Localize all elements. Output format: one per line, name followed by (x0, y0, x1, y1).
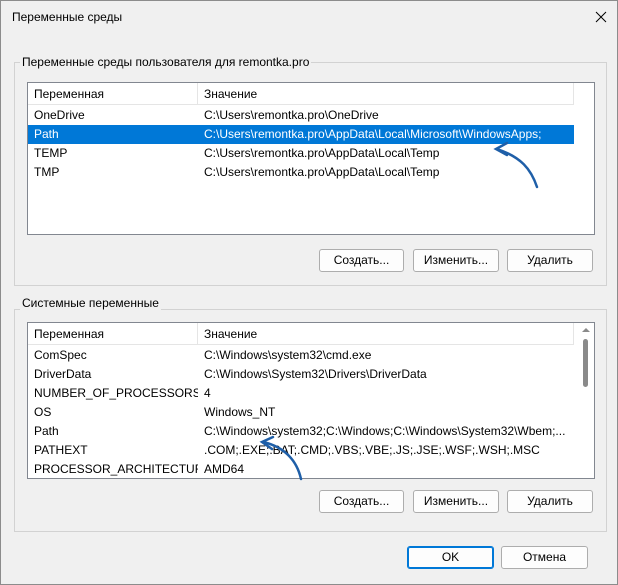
system-variables-group-label: Системные переменные (20, 296, 161, 310)
variable-value-cell: C:\Windows\System32\Drivers\DriverData (204, 367, 427, 381)
variable-value-cell: AMD64 (204, 462, 245, 476)
variable-value-cell: Windows_NT (204, 405, 276, 419)
table-row[interactable]: Path C:\Users\remontka.pro\AppData\Local\… (28, 125, 574, 144)
variable-name-cell: PROCESSOR_ARCHITECTURE (34, 462, 198, 476)
environment-variables-dialog: Переменные среды Переменные среды пользо… (0, 0, 618, 585)
variable-value-cell: C:\Users\remontka.pro\AppData\Local\Temp (204, 146, 440, 160)
variable-name-cell: Path (34, 424, 59, 438)
variable-value-cell: C:\Windows\system32;C:\Windows;C:\Window… (204, 424, 566, 438)
variable-name-cell: OS (34, 405, 52, 419)
table-row[interactable]: TEMP C:\Users\remontka.pro\AppData\Local\… (28, 144, 574, 163)
ok-button[interactable]: OK (407, 546, 494, 569)
variable-value-cell: C:\Windows\system32\cmd.exe (204, 348, 372, 362)
user-edit-button[interactable]: Изменить... (413, 249, 499, 272)
vertical-scrollbar[interactable] (579, 323, 593, 478)
user-variables-list[interactable]: Переменная Значение OneDrive C:\Users\rem… (27, 82, 595, 235)
table-row[interactable]: Path C:\Windows\system32;C:\Windows;C:\Wi… (28, 422, 574, 441)
user-variables-header: Переменная Значение (28, 83, 574, 105)
close-icon (595, 11, 607, 23)
variable-value-cell: C:\Users\remontka.pro\AppData\Local\Micr… (204, 127, 542, 141)
variable-value-cell: .COM;.EXE;.BAT;.CMD;.VBS;.VBE;.JS;.JSE;.… (204, 443, 540, 457)
system-edit-button[interactable]: Изменить... (413, 490, 499, 513)
variable-name-cell: DriverData (34, 367, 92, 381)
system-variables-header: Переменная Значение (28, 323, 574, 345)
close-button[interactable] (589, 5, 613, 29)
system-delete-button[interactable]: Удалить (507, 490, 593, 513)
table-row[interactable]: DriverData C:\Windows\System32\Drivers\Dr… (28, 365, 574, 384)
user-variables-group-label: Переменные среды пользователя для remont… (20, 55, 312, 69)
table-row[interactable]: NUMBER_OF_PROCESSORS 4 (28, 384, 574, 403)
variable-name-cell: ComSpec (34, 348, 87, 362)
variable-name-cell: OneDrive (34, 108, 85, 122)
scrollbar-thumb[interactable] (583, 339, 588, 387)
column-header-name[interactable]: Переменная (28, 83, 198, 105)
variable-name-cell: TEMP (34, 146, 68, 160)
table-row[interactable]: PROCESSOR_ARCHITECTURE AMD64 (28, 460, 574, 478)
window-title: Переменные среды (12, 10, 123, 24)
variable-value-cell: 4 (204, 386, 211, 400)
scroll-up-icon[interactable] (582, 328, 590, 332)
column-header-name[interactable]: Переменная (28, 323, 198, 345)
column-header-value[interactable]: Значение (198, 323, 574, 345)
column-header-value[interactable]: Значение (198, 83, 574, 105)
table-row[interactable]: PATHEXT .COM;.EXE;.BAT;.CMD;.VBS;.VBE;.JS… (28, 441, 574, 460)
user-new-button[interactable]: Создать... (319, 249, 404, 272)
system-new-button[interactable]: Создать... (319, 490, 404, 513)
cancel-button[interactable]: Отмена (501, 546, 588, 569)
variable-value-cell: C:\Users\remontka.pro\OneDrive (204, 108, 379, 122)
user-delete-button[interactable]: Удалить (507, 249, 593, 272)
title-bar: Переменные среды (1, 1, 617, 35)
variable-name-cell: Path (34, 127, 59, 141)
variable-name-cell: PATHEXT (34, 443, 88, 457)
table-row[interactable]: TMP C:\Users\remontka.pro\AppData\Local\T… (28, 163, 574, 182)
system-variables-list[interactable]: Переменная Значение ComSpec C:\Windows\sy… (27, 322, 595, 479)
variable-value-cell: C:\Users\remontka.pro\AppData\Local\Temp (204, 165, 440, 179)
variable-name-cell: TMP (34, 165, 60, 179)
table-row[interactable]: OneDrive C:\Users\remontka.pro\OneDrive (28, 106, 574, 125)
table-row[interactable]: OS Windows_NT (28, 403, 574, 422)
table-row[interactable]: ComSpec C:\Windows\system32\cmd.exe (28, 346, 574, 365)
variable-name-cell: NUMBER_OF_PROCESSORS (34, 386, 198, 400)
